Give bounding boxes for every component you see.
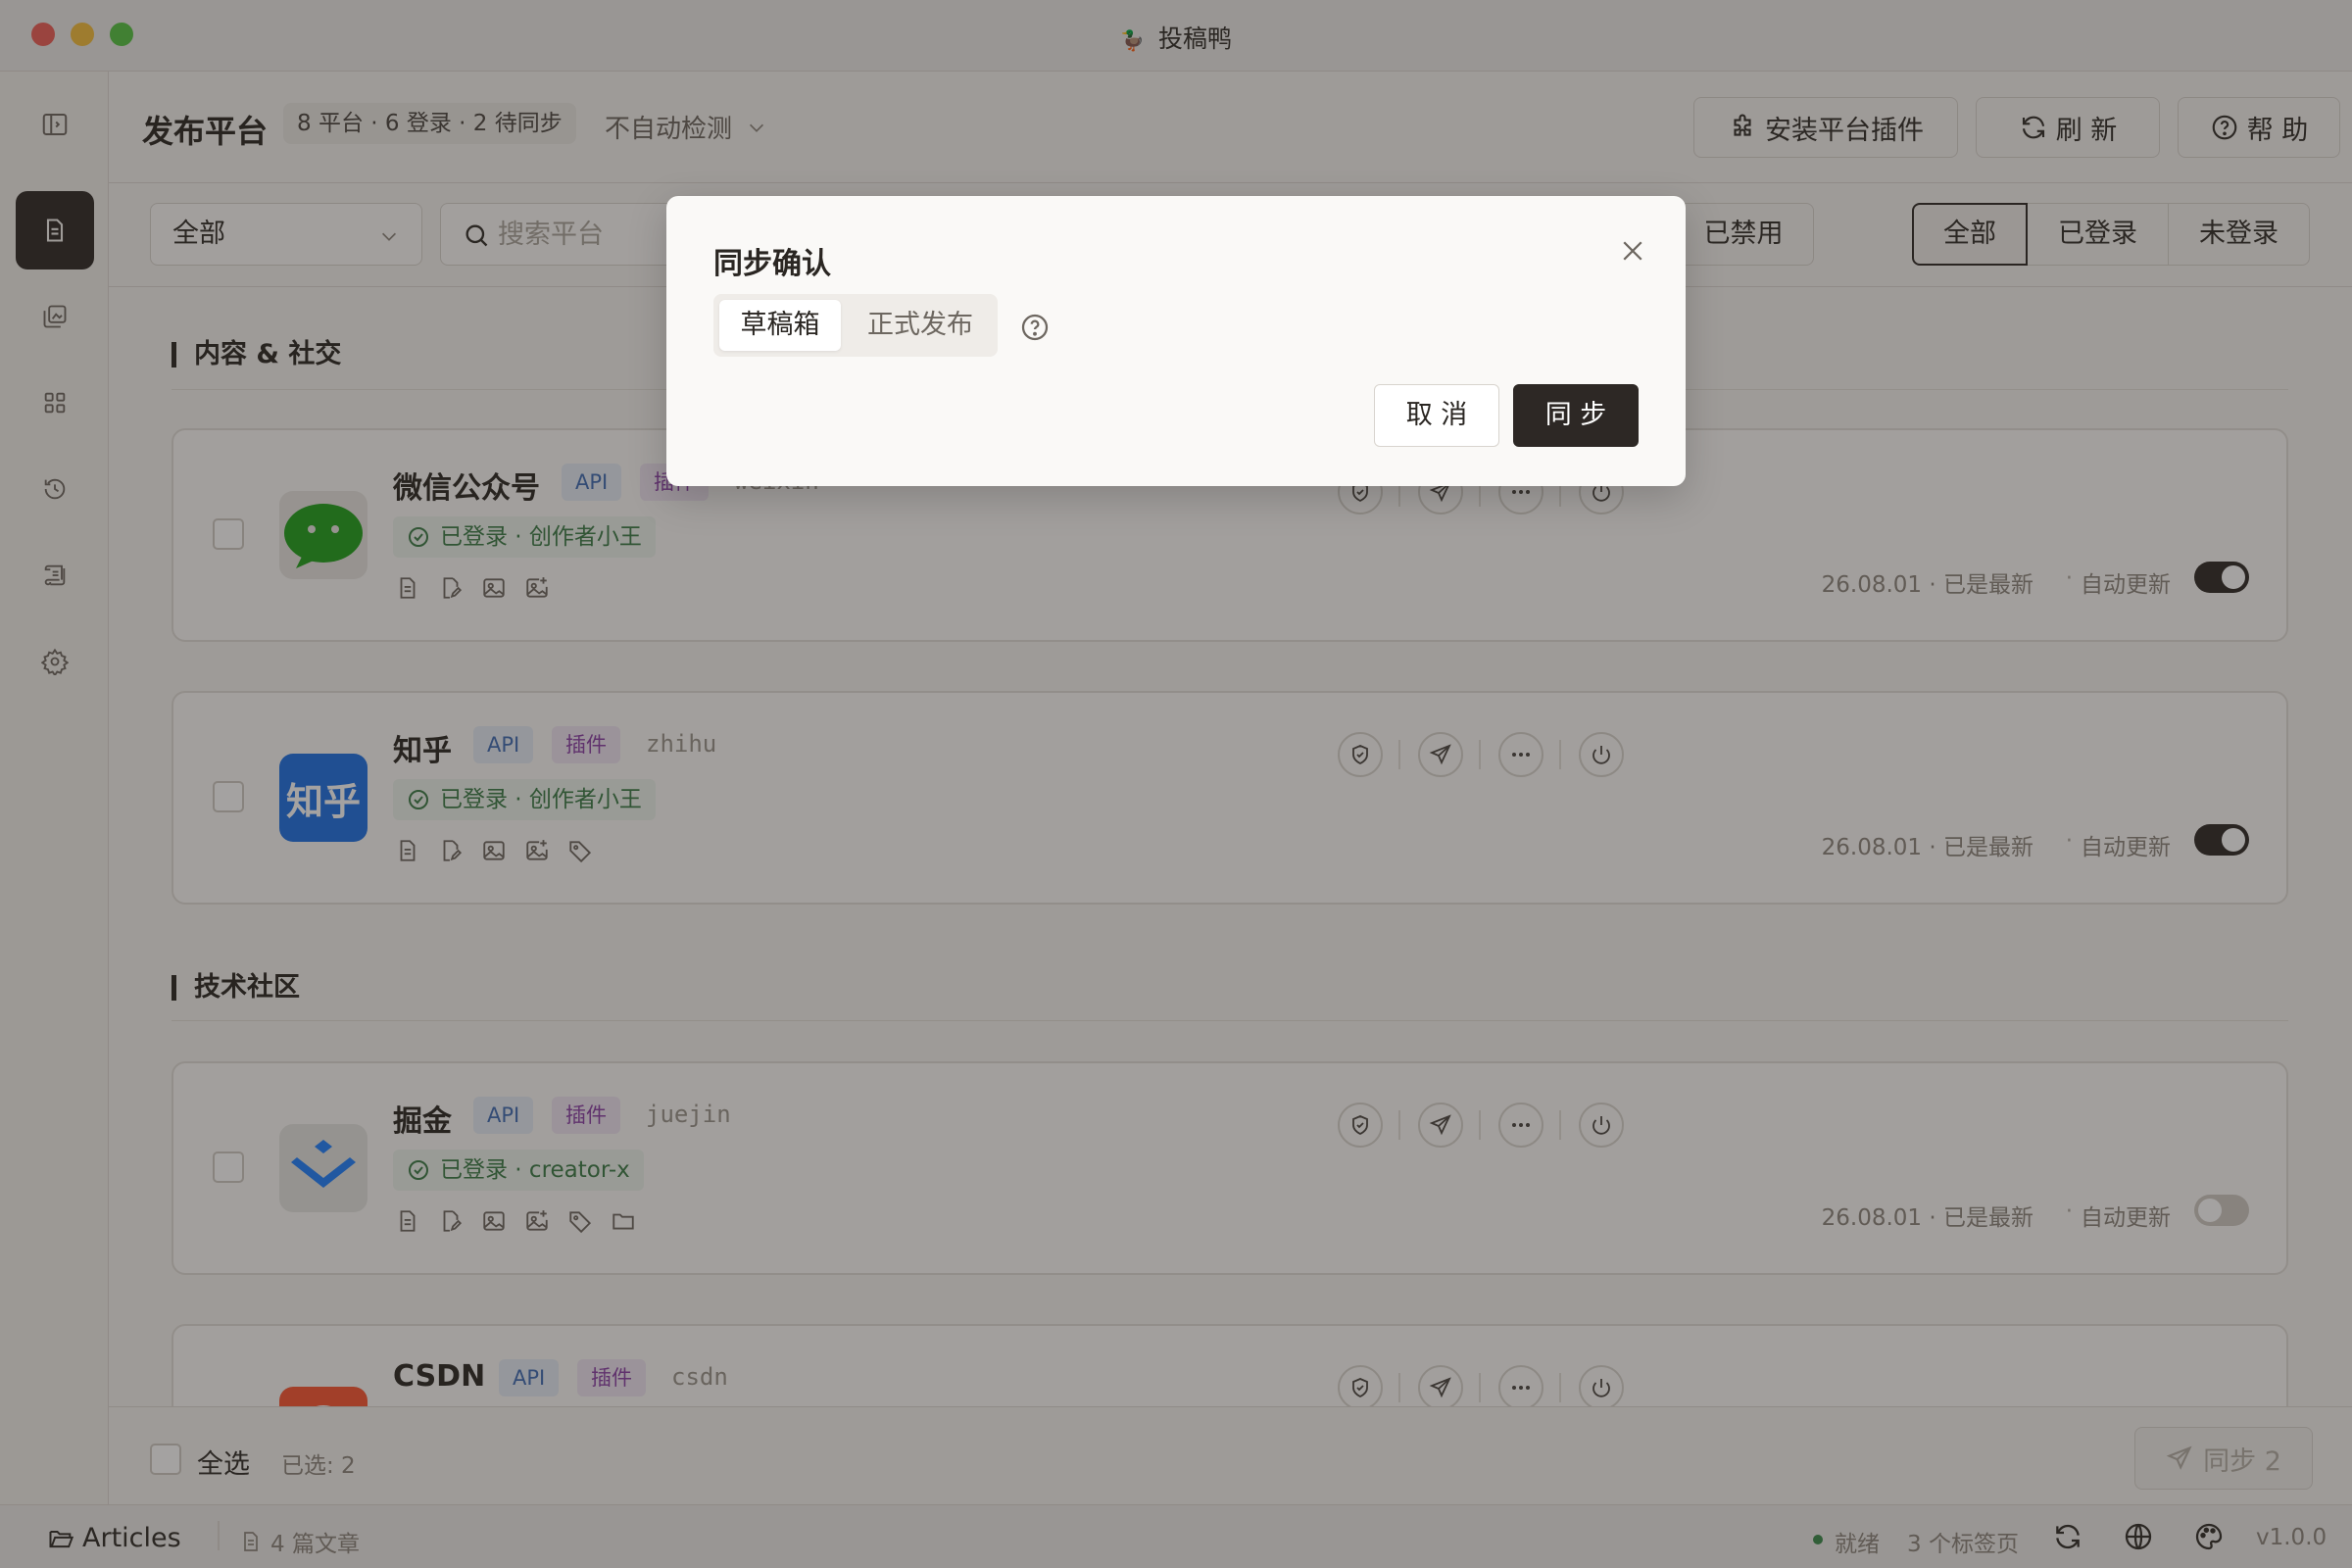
confirm-sync-button[interactable]: 同 步 [1513,384,1639,447]
tab-draft[interactable]: 草稿箱 [719,300,841,351]
tab-publish[interactable]: 正式发布 [849,300,992,351]
cancel-button[interactable]: 取 消 [1374,384,1499,447]
close-icon [1623,241,1642,261]
sync-confirm-dialog: 同步确认 草稿箱 正式发布 取 消 同 步 [666,196,1686,486]
help-circle-icon [1021,314,1049,341]
dialog-close-button[interactable] [1615,233,1650,269]
sync-mode-tabs: 草稿箱 正式发布 [713,294,998,357]
sync-mode-help-button[interactable] [1019,312,1051,343]
dialog-title: 同步确认 [713,247,831,281]
